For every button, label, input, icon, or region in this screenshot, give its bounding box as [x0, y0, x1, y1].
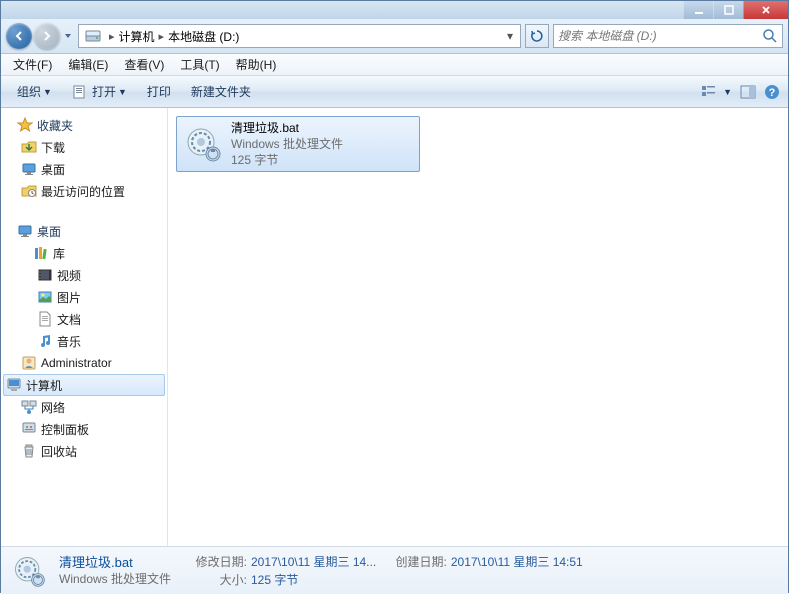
desktop-icon — [21, 161, 37, 177]
library-icon — [33, 245, 49, 261]
video-icon — [37, 267, 53, 283]
print-button[interactable]: 打印 — [139, 79, 179, 104]
menu-file[interactable]: 文件(F) — [5, 54, 60, 75]
body: 收藏夹 下载 桌面 最近访问的位置 桌面 — [1, 108, 788, 546]
sidebar-item-recycle-bin[interactable]: 回收站 — [1, 440, 167, 462]
favorites-header[interactable]: 收藏夹 — [1, 114, 167, 136]
computer-icon — [6, 377, 22, 393]
details-created-label: 创建日期: — [391, 553, 447, 571]
help-icon[interactable]: ? — [764, 84, 780, 100]
open-icon — [72, 84, 88, 100]
sidebar-item-video[interactable]: 视频 — [1, 264, 167, 286]
navigation-bar: ▸ 计算机 ▸ 本地磁盘 (D:) ▾ — [1, 19, 788, 54]
svg-text:?: ? — [769, 87, 776, 99]
details-mod-value: 2017\10\11 星期三 14... — [251, 553, 376, 571]
favorites-group: 收藏夹 下载 桌面 最近访问的位置 — [1, 114, 167, 202]
breadcrumb-segment[interactable]: 计算机 — [119, 28, 155, 45]
sidebar-item-control-panel[interactable]: 控制面板 — [1, 418, 167, 440]
sidebar-item-pictures[interactable]: 图片 — [1, 286, 167, 308]
address-bar[interactable]: ▸ 计算机 ▸ 本地磁盘 (D:) ▾ — [78, 24, 521, 48]
menu-view[interactable]: 查看(V) — [116, 54, 172, 75]
view-options-icon[interactable] — [701, 84, 717, 100]
star-icon — [17, 117, 33, 133]
desktop-icon — [17, 223, 33, 239]
nav-arrows — [6, 23, 74, 49]
address-dropdown[interactable]: ▾ — [502, 29, 518, 43]
navigation-pane[interactable]: 收藏夹 下载 桌面 最近访问的位置 桌面 — [1, 108, 168, 546]
details-name: 清理垃圾.bat — [59, 554, 179, 572]
close-button[interactable] — [743, 1, 788, 19]
details-main: 清理垃圾.bat Windows 批处理文件 — [59, 554, 179, 588]
details-properties: 修改日期: 2017\10\11 星期三 14... 创建日期: 2017\10… — [191, 553, 583, 589]
file-size: 125 字节 — [231, 152, 343, 168]
drive-icon — [85, 28, 101, 44]
file-meta: 清理垃圾.bat Windows 批处理文件 125 字节 — [231, 120, 343, 169]
search-box[interactable] — [553, 24, 783, 48]
bat-file-icon — [183, 124, 223, 164]
menu-bar: 文件(F) 编辑(E) 查看(V) 工具(T) 帮助(H) — [1, 54, 788, 76]
sidebar-item-downloads[interactable]: 下载 — [1, 136, 167, 158]
document-icon — [37, 311, 53, 327]
file-type: Windows 批处理文件 — [231, 136, 343, 152]
network-icon — [21, 399, 37, 415]
organize-button[interactable]: 组织 ▼ — [9, 79, 60, 104]
file-list[interactable]: 清理垃圾.bat Windows 批处理文件 125 字节 — [168, 108, 788, 546]
details-created-value: 2017\10\11 星期三 14:51 — [451, 553, 583, 571]
desktop-group: 桌面 库 视频 图片 文档 音乐 — [1, 220, 167, 462]
desktop-header[interactable]: 桌面 — [1, 220, 167, 242]
preview-pane-icon[interactable] — [740, 84, 756, 100]
command-bar: 组织 ▼ 打开 ▼ 打印 新建文件夹 ▼ ? — [1, 76, 788, 108]
forward-button[interactable] — [34, 23, 60, 49]
open-button[interactable]: 打开 ▼ — [64, 79, 135, 104]
details-type: Windows 批处理文件 — [59, 571, 179, 587]
download-icon — [21, 139, 37, 155]
minimize-button[interactable] — [683, 1, 713, 19]
breadcrumb-segment[interactable]: 本地磁盘 (D:) — [168, 28, 239, 45]
music-icon — [37, 333, 53, 349]
sidebar-item-recent[interactable]: 最近访问的位置 — [1, 180, 167, 202]
details-size-value: 125 字节 — [251, 571, 298, 589]
bat-file-icon — [11, 553, 47, 589]
refresh-button[interactable] — [525, 24, 549, 48]
sidebar-item-network[interactable]: 网络 — [1, 396, 167, 418]
back-button[interactable] — [6, 23, 32, 49]
picture-icon — [37, 289, 53, 305]
file-item[interactable]: 清理垃圾.bat Windows 批处理文件 125 字节 — [176, 116, 420, 172]
new-folder-button[interactable]: 新建文件夹 — [183, 79, 259, 104]
details-size-label: 大小: — [191, 571, 247, 589]
details-pane: 清理垃圾.bat Windows 批处理文件 修改日期: 2017\10\11 … — [1, 546, 788, 594]
menu-edit[interactable]: 编辑(E) — [60, 54, 116, 75]
control-panel-icon — [21, 421, 37, 437]
sidebar-item-music[interactable]: 音乐 — [1, 330, 167, 352]
user-icon — [21, 355, 37, 371]
sidebar-item-libraries[interactable]: 库 — [1, 242, 167, 264]
sidebar-item-computer[interactable]: 计算机 — [3, 374, 165, 396]
menu-tools[interactable]: 工具(T) — [172, 54, 227, 75]
breadcrumb-sep: ▸ — [109, 30, 115, 43]
sidebar-item-desktop[interactable]: 桌面 — [1, 158, 167, 180]
details-mod-label: 修改日期: — [191, 553, 247, 571]
window-controls — [683, 1, 788, 19]
file-name: 清理垃圾.bat — [231, 120, 343, 136]
recent-icon — [21, 183, 37, 199]
menu-help[interactable]: 帮助(H) — [228, 54, 285, 75]
nav-history-dropdown[interactable] — [62, 32, 74, 40]
search-input[interactable] — [558, 29, 762, 43]
breadcrumb-sep: ▸ — [159, 30, 165, 43]
recycle-icon — [21, 443, 37, 459]
search-icon[interactable] — [762, 28, 778, 44]
sidebar-item-administrator[interactable]: Administrator — [1, 352, 167, 374]
title-bar — [1, 1, 788, 19]
maximize-button[interactable] — [713, 1, 743, 19]
view-dropdown-icon[interactable]: ▼ — [723, 87, 732, 97]
sidebar-item-documents[interactable]: 文档 — [1, 308, 167, 330]
